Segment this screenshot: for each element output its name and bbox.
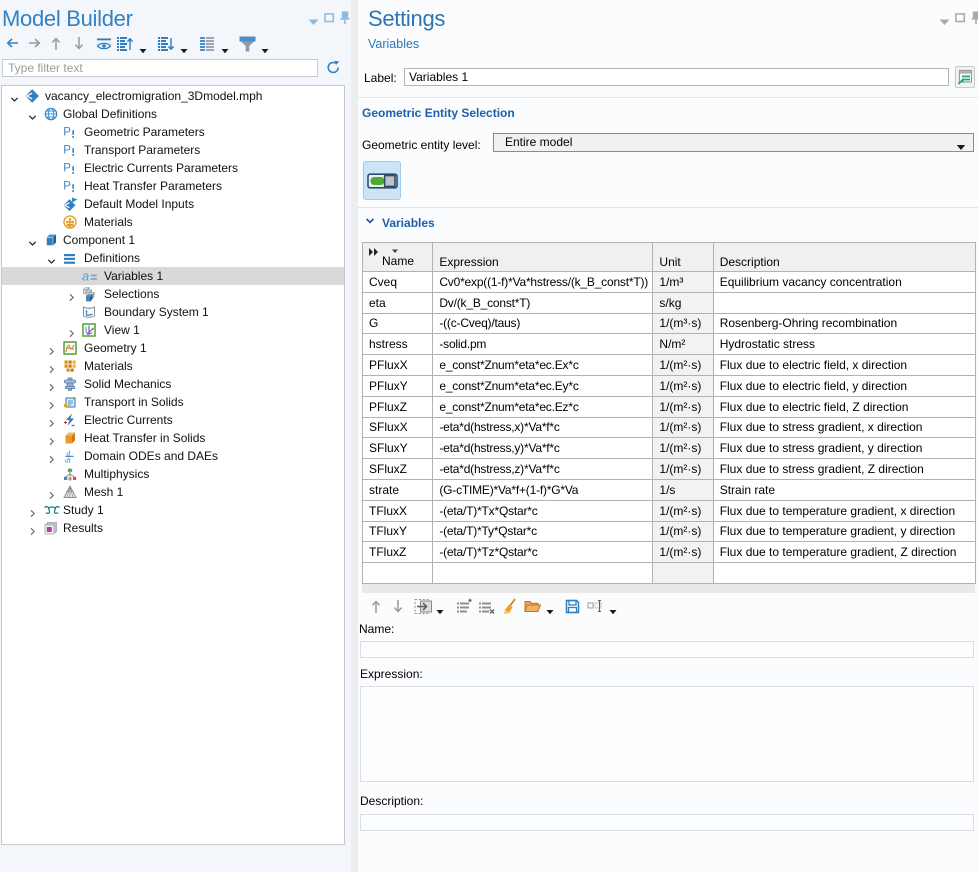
svg-text:dt: dt [65,456,72,464]
svg-text:P: P [63,163,71,175]
svg-text:P: P [63,145,71,157]
svg-text:a: a [82,269,89,283]
svg-text:P: P [63,127,71,139]
svg-text:P: P [63,181,71,193]
